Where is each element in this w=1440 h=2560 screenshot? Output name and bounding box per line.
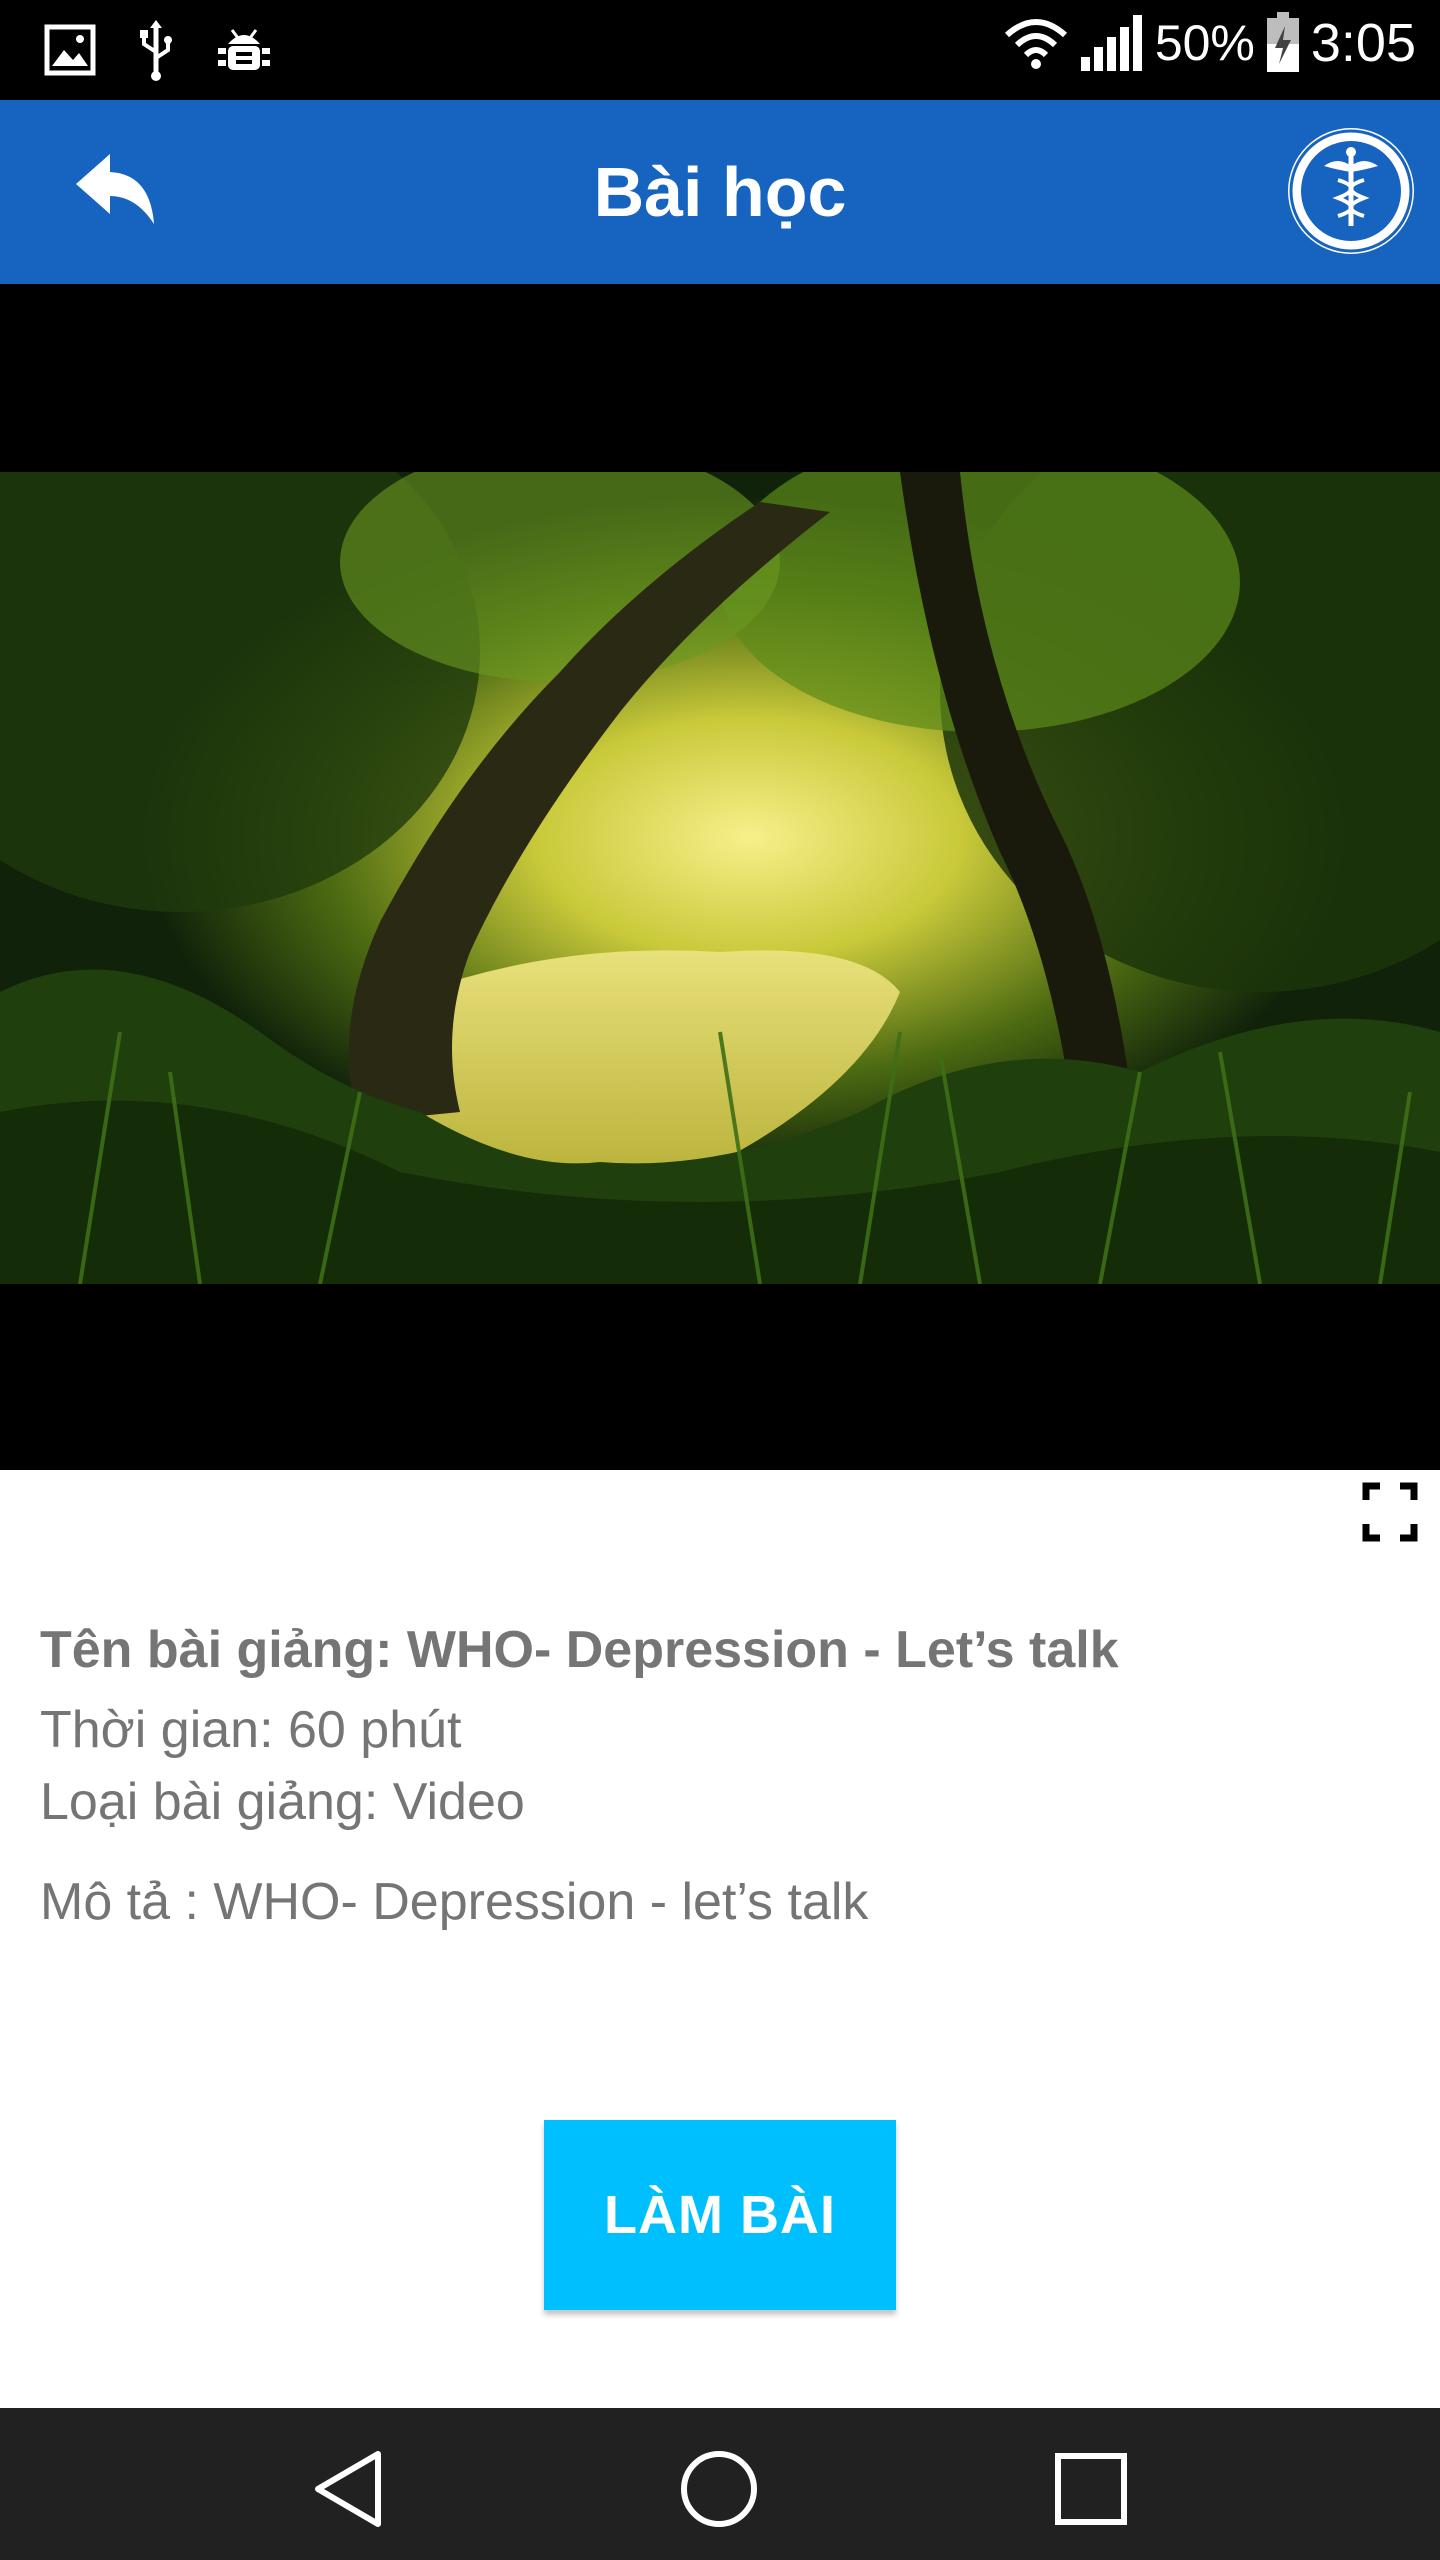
video-player[interactable] [0,284,1440,1470]
wifi-icon [1004,19,1067,69]
system-nav-bar [0,2408,1440,2560]
app-bar: Bài học [0,100,1440,284]
home-circle-icon [681,2451,757,2527]
status-system: 50% 3:05 [1003,12,1416,74]
recents-square-icon [1055,2453,1127,2525]
image-icon [44,24,96,76]
battery-percent: 50% [1154,15,1255,71]
caduceus-logo-icon [1289,129,1413,253]
fullscreen-button[interactable] [1362,1480,1418,1544]
battery-charging-icon [1266,12,1299,72]
video-frame[interactable] [0,472,1440,1284]
fullscreen-icon [1362,1482,1418,1542]
video-thumbnail [0,472,1440,1284]
lesson-type: Loại bài giảng: Video [40,1773,525,1831]
lesson-title: Tên bài giảng: WHO- Depression - Let’s t… [40,1621,1119,1679]
page-title: Bài học [593,153,847,231]
elearning-logo[interactable] [1288,128,1414,254]
signal-icon [1080,15,1142,71]
lesson-duration: Thời gian: 60 phút [40,1701,462,1759]
usb-icon [140,20,172,81]
status-notifications [44,18,272,82]
start-exercise-button[interactable]: LÀM BÀI [544,2120,896,2310]
lesson-info: Tên bài giảng: WHO- Depression - Let’s t… [40,1612,1400,1938]
nav-home-button[interactable] [674,2444,764,2534]
back-triangle-icon [315,2451,381,2527]
lesson-description: Mô tả : WHO- Depression - let’s talk [40,1873,869,1931]
android-debug-icon [218,29,270,70]
clock: 3:05 [1310,13,1416,73]
nav-recents-button[interactable] [1046,2444,1136,2534]
status-bar: 50% 3:05 [0,0,1440,100]
nav-back-button[interactable] [306,2444,396,2534]
